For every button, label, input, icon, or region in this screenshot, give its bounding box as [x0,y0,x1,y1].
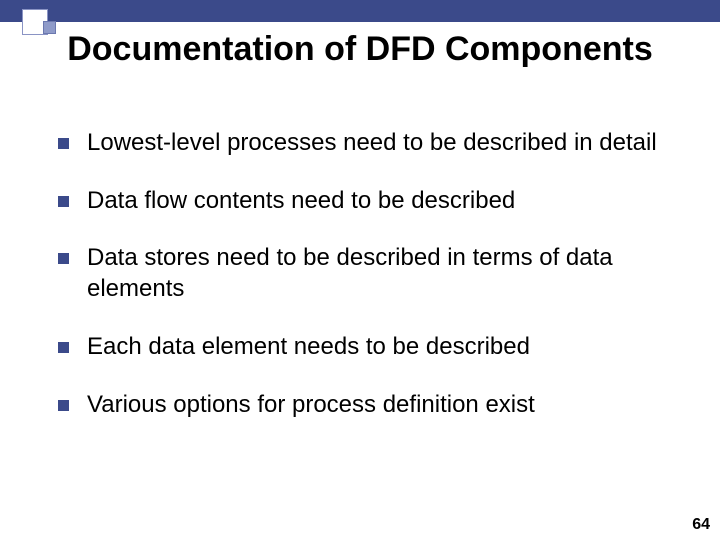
bullet-icon [58,253,69,264]
bullet-text: Data flow contents need to be described [87,186,515,217]
bullet-icon [58,342,69,353]
bullet-icon [58,138,69,149]
header-bar [0,0,720,22]
list-item: Data stores need to be described in term… [58,243,668,304]
list-item: Lowest-level processes need to be descri… [58,128,668,159]
page-number: 64 [692,516,710,534]
bullet-icon [58,196,69,207]
bullet-text: Data stores need to be described in term… [87,243,668,304]
list-item: Data flow contents need to be described [58,186,668,217]
list-item: Each data element needs to be described [58,332,668,363]
list-item: Various options for process definition e… [58,390,668,421]
bullet-text: Various options for process definition e… [87,390,535,421]
bullet-text: Each data element needs to be described [87,332,530,363]
bullet-icon [58,400,69,411]
slide-title: Documentation of DFD Components [0,30,720,69]
slide-content: Lowest-level processes need to be descri… [58,128,668,447]
bullet-text: Lowest-level processes need to be descri… [87,128,657,159]
